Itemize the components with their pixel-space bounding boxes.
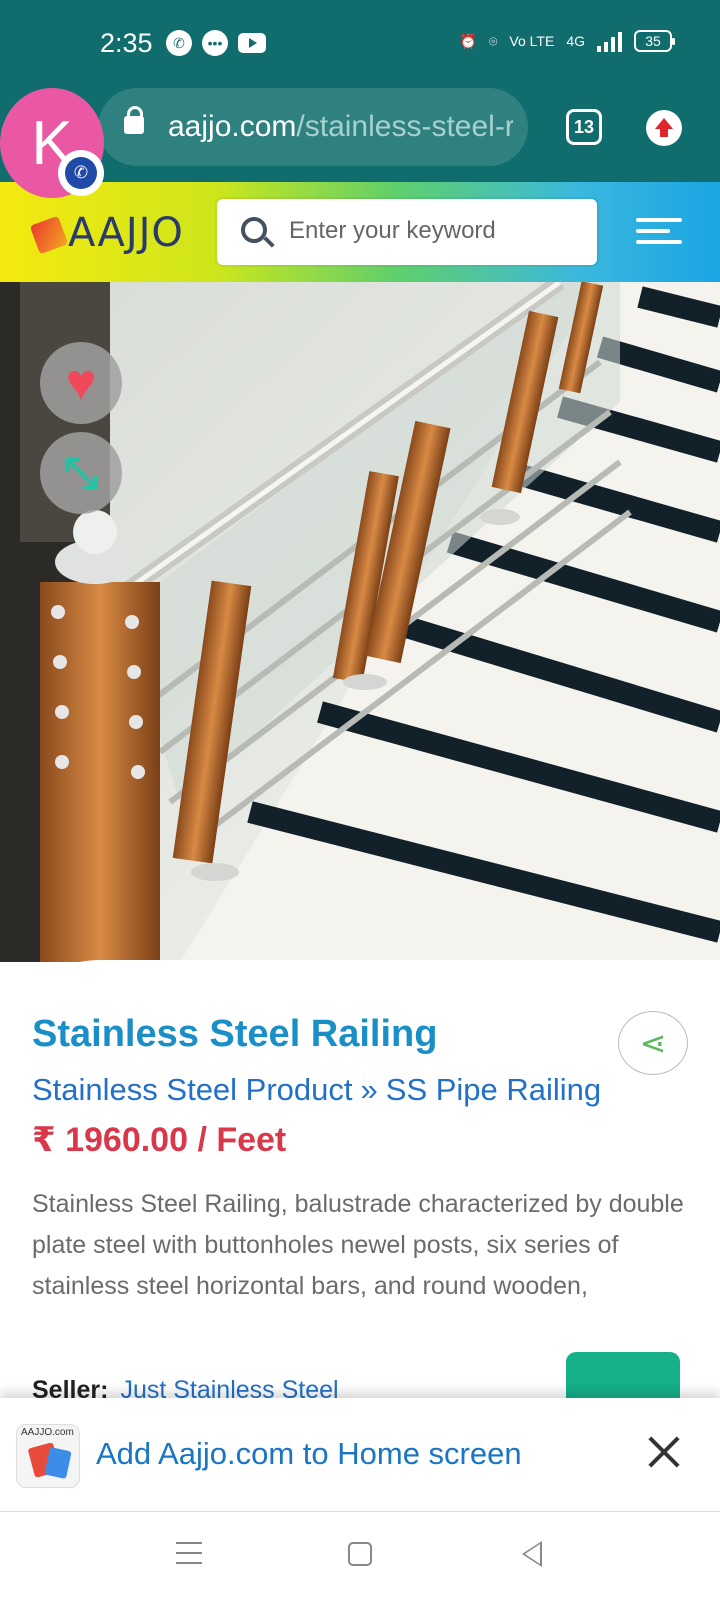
recent-apps-icon[interactable] — [176, 1542, 202, 1572]
network-type: 4G — [566, 33, 585, 49]
app-icon-text: AAJJO.com — [21, 1427, 74, 1438]
signal-icon — [597, 30, 622, 52]
share-button[interactable]: ⋖ — [618, 1011, 688, 1075]
logo-mark-icon — [29, 215, 69, 255]
home-icon[interactable] — [348, 1542, 372, 1566]
breadcrumb-link-category[interactable]: Stainless Steel Product — [32, 1072, 353, 1107]
product-description: Stainless Steel Railing, balustrade char… — [32, 1190, 684, 1300]
battery-level: 35 — [645, 33, 661, 49]
address-bar[interactable]: aajjo.com/stainless-steel-railing — [98, 88, 528, 166]
update-icon[interactable] — [646, 110, 682, 146]
logo-text: AAJJO — [68, 210, 184, 256]
breadcrumb-separator: » — [360, 1072, 378, 1107]
location-icon: ⌾ — [489, 32, 498, 49]
wishlist-button[interactable]: ♥ — [40, 342, 122, 424]
add-to-home-text[interactable]: Add Aajjo.com to Home screen — [96, 1436, 522, 1472]
collapse-button[interactable]: ⤡ — [40, 432, 122, 514]
url-text[interactable]: aajjo.com/stainless-steel-railing — [168, 110, 513, 144]
product-title: Stainless Steel Railing — [32, 1013, 438, 1055]
status-time: 2:35 — [100, 28, 153, 58]
messages-icon: ••• — [202, 30, 228, 56]
tab-switcher-button[interactable]: 13 — [566, 109, 602, 145]
whatsapp-icon: ✆ — [166, 30, 192, 56]
back-icon[interactable] — [522, 1541, 542, 1567]
notification-icons: ✆ ••• — [166, 30, 266, 56]
close-icon[interactable] — [646, 1434, 682, 1470]
site-header: AAJJO — [0, 182, 720, 282]
hamburger-menu-icon[interactable] — [636, 218, 682, 248]
lock-icon — [124, 106, 144, 134]
compress-arrows-icon: ⤡ — [64, 449, 98, 496]
alarm-icon: ⏰ — [459, 32, 478, 49]
aajjo-app-icon: AAJJO.com — [16, 1424, 80, 1488]
search-input[interactable] — [289, 217, 579, 245]
tab-count: 13 — [573, 116, 595, 137]
product-price: ₹ 1960.00 / Feet — [32, 1121, 287, 1159]
youtube-icon — [238, 33, 266, 53]
site-logo[interactable]: AAJJO — [29, 210, 184, 256]
url-domain: aajjo.com — [168, 110, 297, 143]
heart-icon: ♥ — [65, 354, 97, 412]
share-icon: ⋖ — [639, 1025, 667, 1061]
url-path: /stainless-steel-railing — [296, 110, 513, 143]
breadcrumb: Stainless Steel Product» SS Pipe Railing — [32, 1072, 601, 1108]
screen: 2:35 ✆ ••• ⏰ ⌾ Vo LTE 4G 35 aajjo.com/st… — [0, 0, 720, 1600]
add-to-home-banner[interactable]: AAJJO.com Add Aajjo.com to Home screen — [0, 1398, 720, 1512]
search-box — [217, 199, 597, 265]
browser-chrome: 2:35 ✆ ••• ⏰ ⌾ Vo LTE 4G 35 aajjo.com/st… — [0, 0, 720, 182]
search-icon[interactable] — [241, 217, 267, 243]
breadcrumb-link-subcategory[interactable]: SS Pipe Railing — [386, 1072, 601, 1107]
system-icons: ⏰ ⌾ Vo LTE 4G 35 — [459, 30, 675, 52]
battery-icon: 35 — [634, 30, 675, 52]
system-nav-bar — [0, 1512, 720, 1600]
call-badge-icon: ✆ — [58, 150, 104, 196]
volte-indicator: Vo LTE — [509, 33, 555, 49]
